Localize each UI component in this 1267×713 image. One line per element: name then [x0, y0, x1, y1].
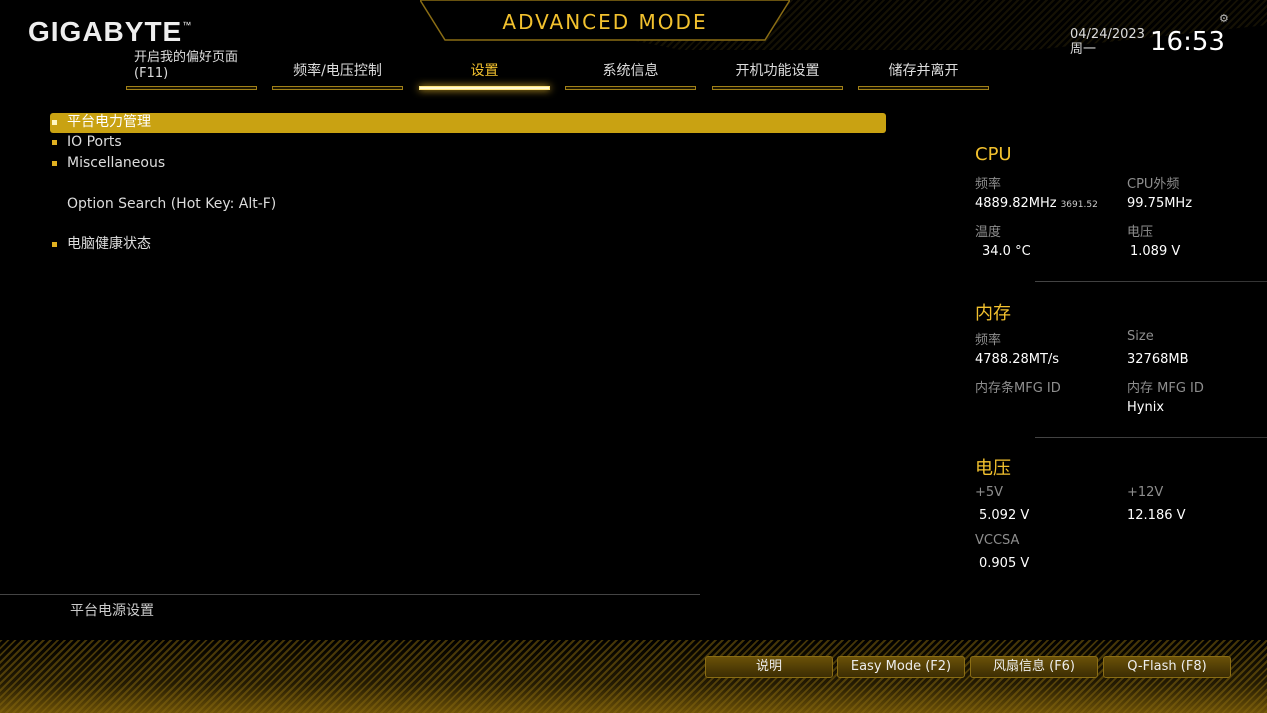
memory-mfg-label: 内存 MFG ID	[1127, 381, 1204, 396]
tab-underline	[858, 86, 989, 90]
tab-frequency-voltage[interactable]: 频率/电压控制	[272, 48, 403, 90]
v5-value: 5.092 V	[979, 508, 1030, 523]
tab-underline	[272, 86, 403, 90]
main-tabs: 开启我的偏好页面 (F11) 频率/电压控制 设置 系统信息 开机功能设置 储存…	[126, 48, 996, 94]
page-title: ADVANCED MODE	[502, 10, 708, 34]
help-divider	[0, 594, 700, 595]
date-text: 04/24/2023	[1070, 27, 1145, 42]
gigabyte-logo: GIGABYTE™	[28, 16, 193, 47]
menu-item-pc-health[interactable]: 电脑健康状态	[50, 235, 886, 255]
help-button[interactable]: 说明	[705, 656, 833, 678]
menu-item-label: 电脑健康状态	[67, 236, 151, 252]
cpu-temp-label: 温度	[975, 225, 1002, 240]
section-divider	[1035, 437, 1267, 438]
memory-section-title: 内存	[975, 303, 1011, 324]
date-display: 04/24/2023 周一	[1070, 27, 1145, 57]
menu-item-label: IO Ports	[67, 134, 122, 150]
memory-size-label: Size	[1127, 329, 1154, 344]
bullet-icon	[52, 140, 57, 145]
tab-label: 开机功能设置	[735, 63, 820, 79]
menu-item-label: Miscellaneous	[67, 155, 166, 171]
cpu-bclk-value: 99.75MHz	[1127, 196, 1193, 211]
title-plate: ADVANCED MODE	[420, 0, 790, 42]
bullet-icon	[52, 161, 57, 166]
memory-stick-mfg-label: 内存条MFG ID	[975, 381, 1061, 396]
memory-freq-label: 频率	[975, 333, 1002, 348]
q-flash-button[interactable]: Q-Flash (F8)	[1103, 656, 1231, 678]
menu-item-miscellaneous[interactable]: Miscellaneous	[50, 154, 886, 174]
tab-underline	[565, 86, 696, 90]
tab-label: 频率/电压控制	[293, 63, 382, 79]
cpu-freq-value: 4889.82MHz 3691.52	[975, 196, 1098, 211]
bullet-icon	[52, 120, 57, 125]
tab-label: 储存并离开	[888, 63, 959, 79]
fan-info-button[interactable]: 风扇信息 (F6)	[970, 656, 1098, 678]
v12-label: +12V	[1127, 485, 1164, 500]
menu-item-platform-power[interactable]: 平台电力管理	[50, 113, 886, 133]
tab-settings[interactable]: 设置	[419, 48, 550, 90]
cpu-section-title: CPU	[975, 144, 1012, 165]
v12-value: 12.186 V	[1127, 508, 1186, 523]
weekday-text: 周一	[1070, 42, 1097, 57]
v5-label: +5V	[975, 485, 1004, 500]
tab-favorites[interactable]: 开启我的偏好页面 (F11)	[126, 48, 257, 90]
vccsa-value: 0.905 V	[979, 556, 1030, 571]
memory-mfg-value: Hynix	[1127, 400, 1165, 415]
tab-save-exit[interactable]: 储存并离开	[858, 48, 989, 90]
clock: 16:53	[1150, 27, 1225, 57]
tab-favorites-hotkey: (F11)	[134, 66, 169, 81]
menu-item-label: Option Search (Hot Key: Alt-F)	[67, 196, 277, 212]
tab-system-info[interactable]: 系统信息	[565, 48, 696, 90]
cpu-freq-secondary: 3691.52	[1060, 200, 1098, 210]
easy-mode-button[interactable]: Easy Mode (F2)	[837, 656, 965, 678]
bullet-icon	[52, 242, 57, 247]
tab-underline	[419, 86, 550, 90]
cpu-bclk-label: CPU外频	[1127, 177, 1180, 192]
tab-label: 系统信息	[602, 63, 659, 79]
menu-item-label: 平台电力管理	[67, 114, 151, 130]
section-divider	[1035, 281, 1267, 282]
vccsa-label: VCCSA	[975, 533, 1020, 548]
cpu-freq-label: 频率	[975, 177, 1002, 192]
cpu-volt-value: 1.089 V	[1130, 244, 1181, 259]
tab-underline	[712, 86, 843, 90]
cpu-freq-main: 4889.82MHz	[975, 196, 1057, 211]
tab-boot[interactable]: 开机功能设置	[712, 48, 843, 90]
cpu-temp-value: 34.0 °C	[982, 244, 1031, 259]
tab-underline	[126, 86, 257, 90]
cpu-volt-label: 电压	[1127, 225, 1154, 240]
menu-item-io-ports[interactable]: IO Ports	[50, 133, 886, 153]
tab-favorites-label-wrap: 开启我的偏好页面 (F11)	[134, 50, 257, 82]
tab-favorites-label: 开启我的偏好页面	[134, 50, 239, 65]
menu-item-option-search[interactable]: Option Search (Hot Key: Alt-F)	[50, 195, 886, 215]
memory-size-value: 32768MB	[1127, 352, 1189, 367]
tab-label: 设置	[470, 63, 499, 79]
voltage-section-title: 电压	[975, 458, 1011, 479]
gear-icon[interactable]: ⚙	[1219, 12, 1229, 25]
memory-freq-value: 4788.28MT/s	[975, 352, 1060, 367]
help-description: 平台电源设置	[70, 603, 154, 619]
